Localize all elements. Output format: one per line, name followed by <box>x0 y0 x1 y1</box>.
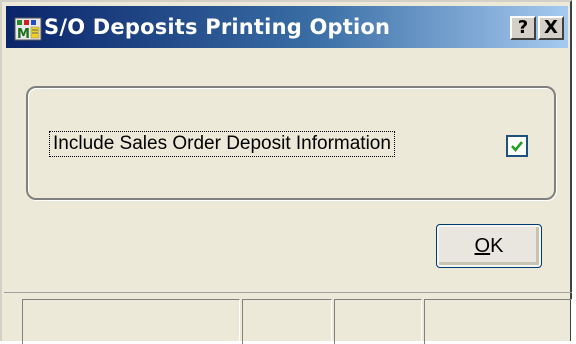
status-panel-1 <box>22 299 240 344</box>
close-button[interactable]: X <box>538 16 564 40</box>
include-deposit-label[interactable]: Include Sales Order Deposit Information <box>49 131 395 157</box>
status-panel-2 <box>242 299 332 344</box>
help-button[interactable]: ? <box>510 16 536 40</box>
status-panel-3 <box>334 299 422 344</box>
dialog-window: M S/O Deposits Printing Option ? X Inclu… <box>0 0 572 344</box>
svg-text:M: M <box>17 27 30 42</box>
include-deposit-checkbox[interactable] <box>506 135 528 157</box>
ok-label-rest: K <box>490 234 504 257</box>
ok-mnemonic: O <box>474 234 491 257</box>
window-title: S/O Deposits Printing Option <box>44 15 391 39</box>
status-panel-4 <box>424 299 572 344</box>
ok-button[interactable]: OK <box>436 224 542 268</box>
title-bar[interactable]: M S/O Deposits Printing Option ? X <box>6 6 568 48</box>
app-icon: M <box>14 14 42 42</box>
status-bar <box>4 292 572 344</box>
check-icon <box>511 141 524 153</box>
